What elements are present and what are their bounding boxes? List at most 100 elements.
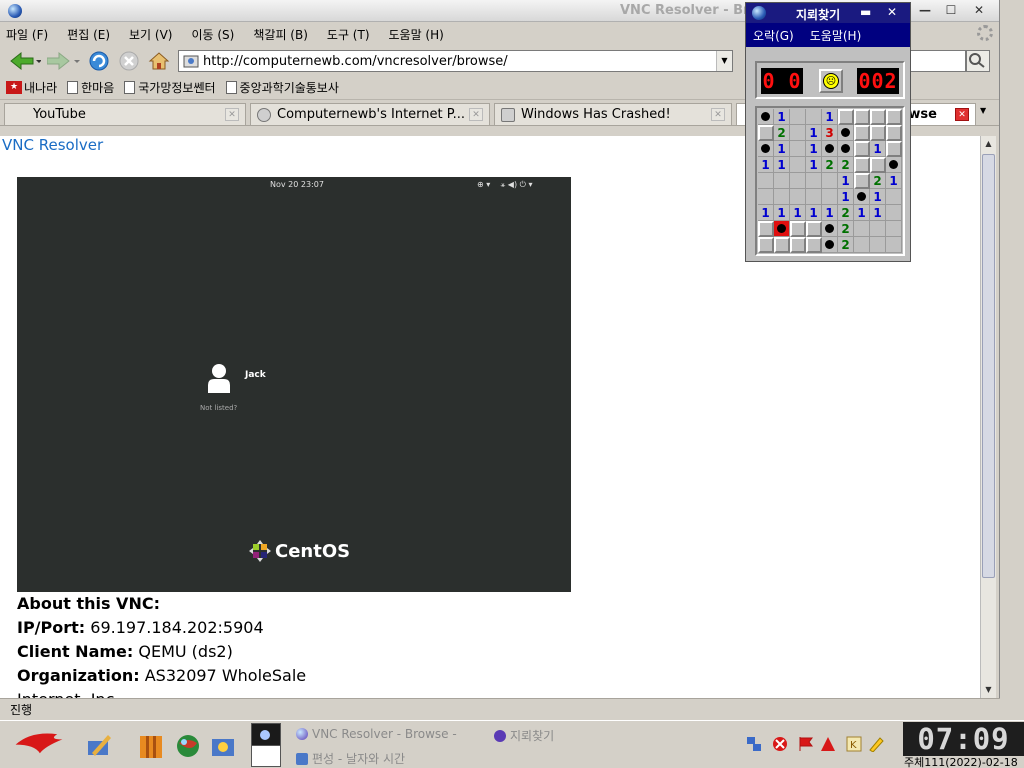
empty-cell[interactable] — [774, 189, 790, 205]
pencil-tray-icon[interactable] — [868, 736, 884, 752]
empty-cell[interactable] — [790, 109, 806, 125]
empty-cell[interactable] — [790, 173, 806, 189]
menu-file[interactable]: 파일 (F) — [6, 26, 48, 43]
mine-cell[interactable] — [886, 157, 902, 173]
minimize-button[interactable]: ▬ — [860, 5, 871, 19]
update-tray-icon[interactable] — [820, 736, 836, 752]
covered-cell[interactable] — [806, 237, 822, 253]
number-cell[interactable]: 1 — [870, 205, 886, 221]
reset-button[interactable]: ☹ — [819, 69, 843, 93]
menu-bookmarks[interactable]: 책갈피 (B) — [253, 26, 308, 43]
empty-cell[interactable] — [822, 189, 838, 205]
empty-cell[interactable] — [806, 173, 822, 189]
exploded-mine-cell[interactable] — [774, 221, 790, 237]
mine-cell[interactable] — [758, 141, 774, 157]
number-cell[interactable]: 3 — [822, 125, 838, 141]
number-cell[interactable]: 1 — [822, 205, 838, 221]
number-cell[interactable]: 1 — [774, 157, 790, 173]
covered-cell[interactable] — [886, 125, 902, 141]
covered-cell[interactable] — [854, 157, 870, 173]
start-menu-icon[interactable] — [10, 729, 68, 755]
empty-cell[interactable] — [774, 173, 790, 189]
covered-cell[interactable] — [758, 237, 774, 253]
covered-cell[interactable] — [870, 109, 886, 125]
number-cell[interactable]: 2 — [838, 237, 854, 253]
covered-cell[interactable] — [854, 173, 870, 189]
bookmark-item[interactable]: 한마음 — [67, 79, 114, 96]
tab-youtube[interactable]: YouTube ✕ — [4, 103, 246, 125]
browser-icon[interactable] — [175, 733, 201, 759]
number-cell[interactable]: 1 — [758, 205, 774, 221]
covered-cell[interactable] — [870, 157, 886, 173]
task-browser[interactable]: VNC Resolver - Browse - — [296, 727, 457, 741]
close-icon[interactable]: ✕ — [469, 108, 483, 121]
number-cell[interactable]: 1 — [838, 173, 854, 189]
task-minesweeper[interactable]: 지뢰찾기 — [494, 727, 554, 744]
empty-cell[interactable] — [790, 157, 806, 173]
number-cell[interactable]: 1 — [758, 157, 774, 173]
number-cell[interactable]: 2 — [838, 157, 854, 173]
menu-view[interactable]: 보기 (V) — [129, 26, 172, 43]
number-cell[interactable]: 1 — [854, 205, 870, 221]
page-title-link[interactable]: VNC Resolver — [2, 136, 103, 154]
empty-cell[interactable] — [790, 125, 806, 141]
scrollbar-thumb[interactable] — [982, 154, 995, 578]
empty-cell[interactable] — [758, 173, 774, 189]
covered-cell[interactable] — [886, 141, 902, 157]
empty-cell[interactable] — [870, 221, 886, 237]
empty-cell[interactable] — [758, 189, 774, 205]
number-cell[interactable]: 1 — [870, 189, 886, 205]
blocked-tray-icon[interactable] — [772, 736, 788, 752]
number-cell[interactable]: 2 — [774, 125, 790, 141]
number-cell[interactable]: 2 — [838, 221, 854, 237]
mine-cell[interactable] — [838, 125, 854, 141]
empty-cell[interactable] — [886, 221, 902, 237]
mine-cell[interactable] — [822, 141, 838, 157]
bookmark-item[interactable]: 국가망정보쎈터 — [124, 79, 216, 96]
tab-list-button[interactable]: ▼ — [980, 106, 986, 115]
covered-cell[interactable] — [854, 141, 870, 157]
menu-game[interactable]: 오락(G) — [753, 27, 794, 44]
empty-cell[interactable] — [886, 205, 902, 221]
empty-cell[interactable] — [790, 189, 806, 205]
close-button[interactable]: ✕ — [887, 5, 897, 19]
covered-cell[interactable] — [838, 109, 854, 125]
empty-cell[interactable] — [790, 141, 806, 157]
network-tray-icon[interactable] — [746, 736, 762, 752]
keyboard-tray-icon[interactable]: K — [846, 736, 862, 752]
taskbar-clock[interactable]: 07:09 — [903, 722, 1024, 756]
back-button[interactable] — [8, 50, 42, 72]
search-input[interactable] — [908, 50, 966, 72]
flag-tray-icon[interactable] — [798, 736, 814, 752]
mine-cell[interactable] — [758, 109, 774, 125]
media-player-icon[interactable] — [210, 733, 236, 759]
search-button[interactable] — [966, 50, 990, 72]
menu-help[interactable]: 도움말 (H) — [389, 26, 444, 43]
close-icon[interactable]: ✕ — [955, 108, 969, 121]
mine-cell[interactable] — [838, 141, 854, 157]
empty-cell[interactable] — [886, 189, 902, 205]
bookmark-item[interactable]: 중앙과학기술통보사 — [225, 79, 339, 96]
vertical-scrollbar[interactable]: ▲ ▼ — [980, 136, 996, 698]
menu-help[interactable]: 도움말(H) — [810, 27, 862, 44]
scroll-down-icon[interactable]: ▼ — [981, 682, 996, 697]
covered-cell[interactable] — [790, 237, 806, 253]
covered-cell[interactable] — [854, 109, 870, 125]
chevron-down-icon[interactable]: ▼ — [716, 51, 732, 71]
workspace-1[interactable] — [252, 724, 280, 746]
task-date-time[interactable]: 편성 - 날자와 시간 — [296, 750, 405, 767]
covered-cell[interactable] — [758, 221, 774, 237]
tab-windows-crashed[interactable]: Windows Has Crashed! ✕ — [494, 103, 732, 125]
minimize-button[interactable]: — — [915, 2, 935, 18]
covered-cell[interactable] — [774, 237, 790, 253]
number-cell[interactable]: 1 — [790, 205, 806, 221]
close-icon[interactable]: ✕ — [711, 108, 725, 121]
tab-computernewb[interactable]: Computernewb's Internet P... ✕ — [250, 103, 490, 125]
number-cell[interactable]: 1 — [870, 141, 886, 157]
covered-cell[interactable] — [886, 109, 902, 125]
home-button[interactable] — [147, 50, 171, 72]
empty-cell[interactable] — [806, 189, 822, 205]
menu-go[interactable]: 이동 (S) — [191, 26, 234, 43]
covered-cell[interactable] — [758, 125, 774, 141]
number-cell[interactable]: 2 — [870, 173, 886, 189]
